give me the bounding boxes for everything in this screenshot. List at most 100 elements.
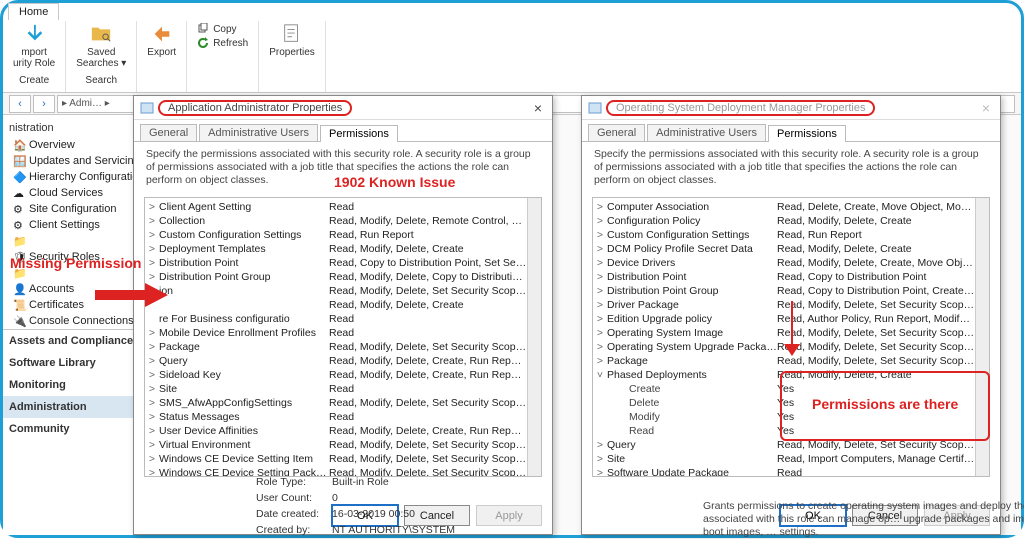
tab-permissions[interactable]: Permissions: [768, 125, 846, 142]
tab-admin-users[interactable]: Administrative Users: [647, 124, 766, 141]
chevron-icon[interactable]: [593, 382, 607, 396]
permission-row[interactable]: >Custom Configuration SettingsRead, Run …: [593, 228, 975, 242]
chevron-icon[interactable]: >: [593, 298, 607, 312]
chevron-icon[interactable]: >: [593, 340, 607, 354]
chevron-icon[interactable]: >: [145, 424, 159, 438]
permission-row[interactable]: Read, Modify, Delete, Create: [145, 298, 527, 312]
chevron-icon[interactable]: [593, 396, 607, 410]
ribbon-tab-home[interactable]: Home: [8, 3, 59, 20]
permission-row[interactable]: >Distribution Point GroupRead, Copy to D…: [593, 284, 975, 298]
chevron-icon[interactable]: >: [593, 200, 607, 214]
chevron-icon[interactable]: ˅: [593, 368, 607, 382]
ribbon-copy[interactable]: Copy: [197, 23, 236, 35]
permission-row[interactable]: >QueryRead, Modify, Delete, Create, Run …: [145, 354, 527, 368]
permission-row[interactable]: >Configuration PolicyRead, Modify, Delet…: [593, 214, 975, 228]
role-details-right: Grants permissions to create operating s…: [703, 500, 1024, 539]
chevron-icon[interactable]: >: [145, 228, 159, 242]
chevron-icon[interactable]: >: [593, 270, 607, 284]
chevron-icon[interactable]: >: [145, 284, 159, 298]
permission-row[interactable]: >Windows CE Device Setting ItemRead, Mod…: [145, 452, 527, 466]
chevron-icon[interactable]: >: [145, 242, 159, 256]
chevron-icon[interactable]: >: [593, 284, 607, 298]
properties-icon: [281, 23, 303, 45]
chevron-icon[interactable]: >: [145, 452, 159, 466]
scrollbar[interactable]: [527, 198, 541, 476]
permission-row[interactable]: >Device DriversRead, Modify, Delete, Cre…: [593, 256, 975, 270]
permission-row[interactable]: >ionRead, Modify, Delete, Set Security S…: [145, 284, 527, 298]
permission-row[interactable]: >Distribution PointRead, Copy to Distrib…: [593, 270, 975, 284]
ribbon-saved-searches[interactable]: SavedSearches ▾ Search: [66, 21, 137, 92]
chevron-icon[interactable]: >: [145, 326, 159, 340]
permission-row[interactable]: >Operating System Upgrade PackageRead, M…: [593, 340, 975, 354]
permission-row[interactable]: >CollectionRead, Modify, Delete, Remote …: [145, 214, 527, 228]
folder-icon: 📜: [13, 299, 25, 311]
tab-general[interactable]: General: [140, 124, 197, 141]
chevron-icon[interactable]: [145, 298, 159, 312]
folder-icon: 🔌: [13, 315, 25, 327]
chevron-icon[interactable]: [145, 312, 159, 326]
permission-row[interactable]: >SiteRead, Import Computers, Manage Cert…: [593, 452, 975, 466]
chevron-icon[interactable]: [593, 424, 607, 438]
permission-row[interactable]: >Computer AssociationRead, Delete, Creat…: [593, 200, 975, 214]
permission-row[interactable]: >Software Update PackageRead: [593, 466, 975, 477]
permission-row[interactable]: >Driver PackageRead, Modify, Delete, Set…: [593, 298, 975, 312]
ribbon-import[interactable]: mporturity Role Create: [3, 21, 66, 92]
chevron-icon[interactable]: >: [593, 242, 607, 256]
chevron-icon[interactable]: >: [593, 466, 607, 477]
chevron-icon[interactable]: >: [593, 256, 607, 270]
chevron-icon[interactable]: >: [593, 354, 607, 368]
tab-general[interactable]: General: [588, 124, 645, 141]
chevron-icon[interactable]: >: [145, 214, 159, 228]
permission-row[interactable]: >Custom Configuration SettingsRead, Run …: [145, 228, 527, 242]
export-icon: [151, 23, 173, 45]
permission-row[interactable]: >DCM Policy Profile Secret DataRead, Mod…: [593, 242, 975, 256]
permission-row[interactable]: >PackageRead, Modify, Delete, Set Securi…: [593, 354, 975, 368]
chevron-icon[interactable]: [593, 410, 607, 424]
permission-row[interactable]: re For Business configuratioRead: [145, 312, 527, 326]
chevron-icon[interactable]: >: [145, 396, 159, 410]
dialog-tabs: General Administrative Users Permissions: [134, 120, 552, 142]
permission-row[interactable]: >Mobile Device Enrollment ProfilesRead: [145, 326, 527, 340]
permission-row[interactable]: >User Device AffinitiesRead, Modify, Del…: [145, 424, 527, 438]
chevron-icon[interactable]: >: [145, 410, 159, 424]
chevron-icon[interactable]: >: [593, 312, 607, 326]
chevron-icon[interactable]: >: [145, 466, 159, 477]
permission-row[interactable]: >Client Agent SettingRead: [145, 200, 527, 214]
nav-fwd[interactable]: ›: [33, 95, 55, 113]
tab-permissions[interactable]: Permissions: [320, 125, 398, 142]
permission-row[interactable]: >Status MessagesRead: [145, 410, 527, 424]
chevron-icon[interactable]: >: [145, 382, 159, 396]
chevron-icon[interactable]: >: [593, 326, 607, 340]
permission-row[interactable]: >Virtual EnvironmentRead, Modify, Delete…: [145, 438, 527, 452]
folder-icon: ☁: [13, 187, 25, 199]
permission-row[interactable]: >SiteRead: [145, 382, 527, 396]
chevron-icon[interactable]: >: [593, 228, 607, 242]
permission-row[interactable]: >Distribution PointRead, Copy to Distrib…: [145, 256, 527, 270]
chevron-icon[interactable]: >: [145, 438, 159, 452]
permission-row[interactable]: >Distribution Point GroupRead, Modify, D…: [145, 270, 527, 284]
chevron-icon[interactable]: >: [593, 452, 607, 466]
permission-row[interactable]: >PackageRead, Modify, Delete, Set Securi…: [145, 340, 527, 354]
ribbon-export[interactable]: Export: [137, 21, 187, 92]
chevron-icon[interactable]: >: [145, 368, 159, 382]
chevron-icon[interactable]: >: [145, 340, 159, 354]
permission-row[interactable]: >Operating System ImageRead, Modify, Del…: [593, 326, 975, 340]
chevron-icon[interactable]: >: [145, 200, 159, 214]
permission-row[interactable]: >Sideload KeyRead, Modify, Delete, Creat…: [145, 368, 527, 382]
close-icon[interactable]: ×: [978, 100, 994, 116]
close-icon[interactable]: ×: [530, 100, 546, 116]
chevron-icon[interactable]: >: [145, 270, 159, 284]
chevron-icon[interactable]: >: [145, 256, 159, 270]
tab-admin-users[interactable]: Administrative Users: [199, 124, 318, 141]
nav-back[interactable]: ‹: [9, 95, 31, 113]
ribbon-refresh[interactable]: Refresh: [197, 37, 248, 49]
permission-row[interactable]: >Edition Upgrade policyRead, Author Poli…: [593, 312, 975, 326]
permissions-desc: Specify the permissions associated with …: [134, 142, 552, 193]
chevron-icon[interactable]: >: [593, 438, 607, 452]
chevron-icon[interactable]: >: [145, 354, 159, 368]
ribbon-properties[interactable]: Properties: [259, 21, 326, 92]
dialog-title-right: Operating System Deployment Manager Prop…: [606, 100, 875, 116]
permission-row[interactable]: >Deployment TemplatesRead, Modify, Delet…: [145, 242, 527, 256]
chevron-icon[interactable]: >: [593, 214, 607, 228]
permission-row[interactable]: >SMS_AfwAppConfigSettingsRead, Modify, D…: [145, 396, 527, 410]
